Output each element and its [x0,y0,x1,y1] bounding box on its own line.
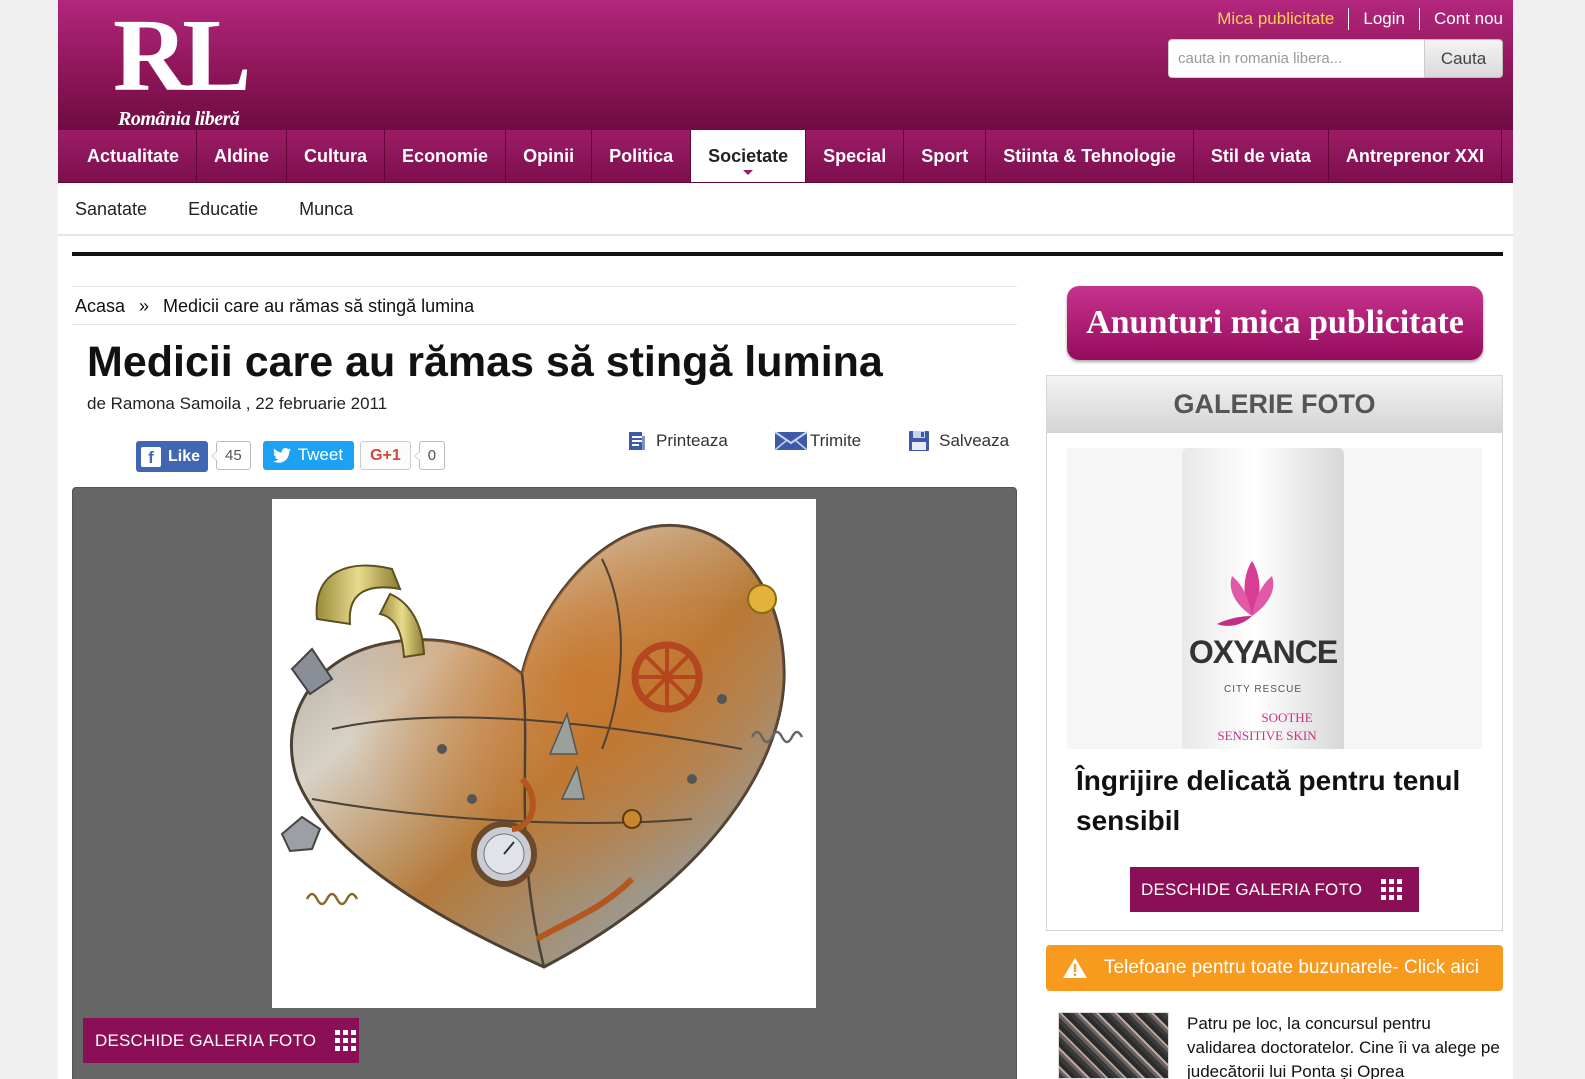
send-button[interactable]: Trimite [774,430,861,452]
print-button[interactable]: Printeaza [626,430,728,452]
news-headline[interactable]: Patru pe loc, la concursul pentru valida… [1187,1012,1502,1079]
tweet-label: Tweet [297,445,344,464]
mica-publicitate-banner[interactable]: Anunturi mica publicitate [1067,286,1483,360]
nav-item-societate[interactable]: Societate [691,130,807,182]
facebook-like-button[interactable]: f Like [136,441,209,472]
grid-icon [1381,879,1403,900]
search-form: Cauta [1168,39,1503,78]
floppy-disk-icon [909,431,930,451]
sidebar-open-gallery-label: DESCHIDE GALERIA FOTO [1141,879,1363,899]
nav-item-stiinta-tehnologie[interactable]: Stiinta & Tehnologie [986,130,1194,182]
social-share-bar: f Like 45 Tweet G+1 0 [136,438,446,472]
product-claim-1: SOOTHE [1261,710,1313,725]
main-nav: Actualitate Aldine Cultura Economie Opin… [58,130,1513,183]
nav-item-stil-de-viata[interactable]: Stil de viata [1194,130,1329,182]
nav-item-special[interactable]: Special [806,130,905,182]
warning-icon [1063,958,1087,978]
sub-nav: Sanatate Educatie Munca [58,184,1513,236]
sidebar-open-gallery-button[interactable]: DESCHIDE GALERIA FOTO [1130,867,1419,912]
news-thumbnail[interactable] [1058,1012,1169,1079]
logo-subtitle: România liberă [118,108,240,130]
send-label: Trimite [809,431,862,450]
crowd-photo [1059,1013,1168,1078]
subnav-item-munca[interactable]: Munca [299,184,353,234]
register-link[interactable]: Cont nou [1419,8,1503,30]
nav-item-politica[interactable]: Politica [592,130,692,182]
save-label: Salveaza [939,431,1010,450]
product-claim-2: SENSITIVE SKIN [1217,728,1317,743]
article-photo-box: DESCHIDE GALERIA FOTO [72,487,1017,1079]
envelope-icon [774,431,808,451]
nav-item-actualitate[interactable]: Actualitate [70,130,198,182]
search-input[interactable] [1168,39,1425,78]
breadcrumb-home[interactable]: Acasa [75,287,125,324]
phones-alert-banner[interactable]: Telefoane pentru toate buzunarele- Click… [1046,945,1503,991]
facebook-like-count: 45 [211,440,251,470]
breadcrumb-separator: » [139,296,150,316]
nav-item-sport[interactable]: Sport [904,130,987,182]
site-logo[interactable]: RL România liberă [113,0,253,131]
facebook-icon: f [141,446,161,467]
google-plus-count: 0 [413,440,446,470]
nav-item-economie[interactable]: Economie [385,130,507,182]
breadcrumb: Acasa » Medicii care au rămas să stingă … [72,286,1017,325]
save-button[interactable]: Salveaza [907,430,1009,452]
nav-item-aldine[interactable]: Aldine [197,130,288,182]
gallery-heading: GALERIE FOTO [1047,376,1502,433]
mechanical-heart-illustration [280,523,804,969]
facebook-like-label: Like [168,447,201,465]
mica-publicitate-link[interactable]: Mica publicitate [1203,8,1348,30]
product-brand: OXYANCE [1188,634,1338,670]
lotus-icon [1217,561,1274,626]
gallery-caption[interactable]: Îngrijire delicată pentru tenul sensibil [1076,761,1486,841]
article-main-image[interactable] [272,499,816,1008]
news-item[interactable]: Patru pe loc, la concursul pentru valida… [1058,1012,1503,1079]
article-byline: de Ramona Samoila , 22 februarie 2011 [87,394,388,413]
alert-text: Telefoane pentru toate buzunarele- Click… [1104,957,1479,978]
grid-icon [335,1030,357,1051]
logo-mark: RL [113,0,251,113]
subnav-item-educatie[interactable]: Educatie [188,184,258,234]
photo-gallery-widget: GALERIE FOTO OXYANCE CITY RESCUE SOOTHE … [1046,375,1503,931]
print-icon [629,432,645,450]
open-gallery-label: DESCHIDE GALERIA FOTO [95,1030,317,1050]
article-tools: Printeaza Trimite Salveaza [626,430,1009,452]
site-header: RL România liberă Mica publicitate Login… [58,0,1513,130]
gallery-image[interactable]: OXYANCE CITY RESCUE SOOTHE SENSITIVE SKI… [1067,448,1482,749]
print-label: Printeaza [656,431,728,450]
subnav-item-sanatate[interactable]: Sanatate [75,184,147,234]
twitter-bird-icon [272,447,291,463]
product-line: CITY RESCUE [1223,684,1303,695]
nav-item-opinii[interactable]: Opinii [506,130,593,182]
search-button[interactable]: Cauta [1425,39,1503,78]
google-plus-button[interactable]: G+1 [360,440,411,470]
article-title: Medicii care au rămas să stingă lumina [87,338,883,386]
tweet-button[interactable]: Tweet [262,440,355,470]
open-gallery-button[interactable]: DESCHIDE GALERIA FOTO [83,1018,359,1063]
nav-item-cultura[interactable]: Cultura [287,130,386,182]
breadcrumb-current: Medicii care au rămas să stingă lumina [163,296,475,316]
top-links: Mica publicitate Login Cont nou [1203,8,1503,30]
page: RL România liberă Mica publicitate Login… [58,0,1513,1079]
section-divider [72,252,1503,256]
nav-item-antreprenor-xxi[interactable]: Antreprenor XXI [1329,130,1502,182]
login-link[interactable]: Login [1348,8,1419,30]
